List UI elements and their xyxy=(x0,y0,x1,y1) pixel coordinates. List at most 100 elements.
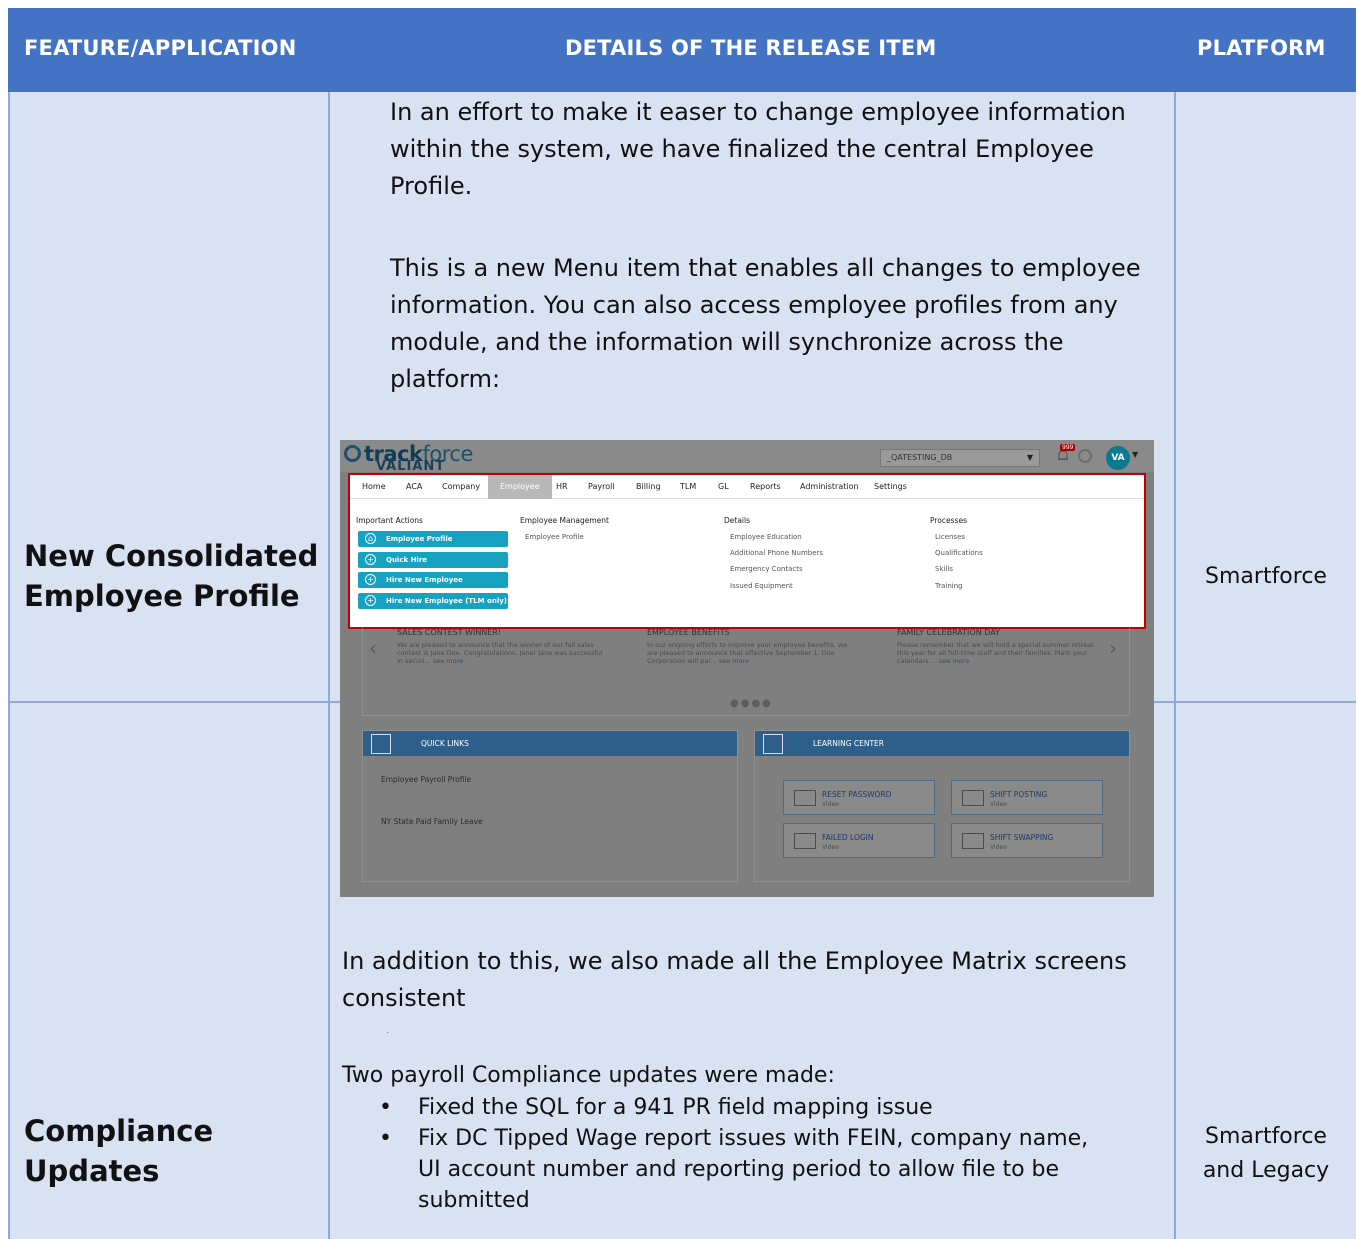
menu-link[interactable]: Qualifications xyxy=(935,549,983,557)
embedded-app-screenshot: trackforce VALIANT _QATESTING_DB ▼ 999 V… xyxy=(340,440,1154,897)
text-line: within the system, we have finalized the… xyxy=(390,135,1094,163)
quick-links-panel: QUICK LINKS Employee Payroll Profile NY … xyxy=(362,730,738,882)
announcement-title: FAMILY CELEBRATION DAY xyxy=(897,628,1000,637)
menu-link[interactable]: Additional Phone Numbers xyxy=(730,549,823,557)
chevron-right-icon[interactable]: › xyxy=(1109,636,1117,660)
video-reset-password-button[interactable]: RESET PASSWORD Video xyxy=(783,780,935,815)
bullet-item: Fixed the SQL for a 941 PR field mapping… xyxy=(418,1095,933,1120)
briefcase-icon: ⌂ xyxy=(365,533,376,544)
header-details: DETAILS OF THE RELEASE ITEM xyxy=(565,36,937,60)
text-line: Profile. xyxy=(390,172,473,200)
announcement-body: We are pleased to announce that the winn… xyxy=(397,641,607,665)
text-line: In an effort to make it easer to change … xyxy=(390,98,1126,126)
announcement-title: EMPLOYEE BENEFITS xyxy=(647,628,730,637)
announcement-body: Please remember that we will hold a spec… xyxy=(897,641,1107,665)
video-subtitle: Video xyxy=(990,844,1007,851)
nav-settings[interactable]: Settings xyxy=(874,475,907,499)
details-paragraph: In addition to this, we also made all th… xyxy=(342,943,1127,1017)
video-title: SHIFT POSTING xyxy=(990,790,1048,799)
see-more-link[interactable]: see more xyxy=(433,657,463,665)
video-subtitle: Video xyxy=(990,801,1007,808)
action-employee-profile-button[interactable]: ⌂ Employee Profile xyxy=(358,531,508,547)
quick-link[interactable]: Employee Payroll Profile xyxy=(381,775,471,784)
nav-employee[interactable]: Employee xyxy=(488,475,552,499)
target-icon[interactable] xyxy=(1078,449,1092,463)
database-select[interactable]: _QATESTING_DB ▼ xyxy=(880,449,1040,467)
chevron-down-icon[interactable]: ▼ xyxy=(1132,450,1138,459)
nav-reports[interactable]: Reports xyxy=(750,475,781,499)
column-divider xyxy=(1174,92,1176,1239)
plus-circle-icon: + xyxy=(365,595,376,606)
menu-link[interactable]: Issued Equipment xyxy=(730,582,793,590)
video-title: SHIFT SWAPPING xyxy=(990,833,1054,842)
app-topbar: trackforce VALIANT _QATESTING_DB ▼ 999 V… xyxy=(340,440,1154,474)
nav-home[interactable]: Home xyxy=(362,475,386,499)
plus-circle-icon: + xyxy=(365,554,376,565)
video-icon xyxy=(794,790,816,806)
nav-payroll[interactable]: Payroll xyxy=(588,475,615,499)
action-hire-new-employee-button[interactable]: + Hire New Employee xyxy=(358,572,508,588)
carousel-pagination[interactable]: ●●●● xyxy=(730,698,773,709)
plus-circle-icon: + xyxy=(365,574,376,585)
menu-link[interactable]: Employee Profile xyxy=(525,533,584,541)
learning-center-header: LEARNING CENTER xyxy=(755,731,1129,756)
see-more-link[interactable]: see more xyxy=(939,657,969,665)
details-paragraph: This is a new Menu item that enables all… xyxy=(390,250,1141,398)
video-failed-login-button[interactable]: FAILED LOGIN Video xyxy=(783,823,935,858)
action-label: Quick Hire xyxy=(386,556,428,564)
menu-link[interactable]: Licenses xyxy=(935,533,965,541)
text-line: UI account number and reporting period t… xyxy=(418,1157,1060,1182)
action-quick-hire-button[interactable]: + Quick Hire xyxy=(358,552,508,568)
video-icon xyxy=(962,833,984,849)
menu-link[interactable]: Emergency Contacts xyxy=(730,565,803,573)
text-line: In addition to this, we also made all th… xyxy=(342,947,1127,975)
nav-aca[interactable]: ACA xyxy=(406,475,422,499)
nav-gl[interactable]: GL xyxy=(718,475,729,499)
video-title: FAILED LOGIN xyxy=(822,833,874,842)
menu-link[interactable]: Employee Education xyxy=(730,533,802,541)
quick-link[interactable]: NY State Paid Family Leave xyxy=(381,817,483,826)
announcement-text: We are pleased to announce that the winn… xyxy=(397,641,603,665)
nav-billing[interactable]: Billing xyxy=(636,475,661,499)
menu-link[interactable]: Training xyxy=(935,582,963,590)
valiant-logo: VALIANT xyxy=(376,459,446,474)
nav-hr[interactable]: HR xyxy=(556,475,568,499)
feature-title-line: Compliance xyxy=(24,1114,214,1148)
text-line: platform: xyxy=(390,365,501,393)
video-shift-posting-button[interactable]: SHIFT POSTING Video xyxy=(951,780,1103,815)
nav-tlm[interactable]: TLM xyxy=(680,475,696,499)
column-divider xyxy=(328,92,330,1239)
video-shift-swapping-button[interactable]: SHIFT SWAPPING Video xyxy=(951,823,1103,858)
processes-title: Processes xyxy=(930,516,967,525)
announcement-title: SALES CONTEST WINNER! xyxy=(397,628,502,637)
feature-title-line: Updates xyxy=(24,1154,160,1188)
feature-title: Compliance Updates xyxy=(24,1111,213,1191)
header-feature: FEATURE/APPLICATION xyxy=(24,36,297,60)
panel-title: QUICK LINKS xyxy=(421,739,469,748)
video-subtitle: Video xyxy=(822,801,839,808)
panel-title: LEARNING CENTER xyxy=(813,739,885,748)
see-more-link[interactable]: see more xyxy=(719,657,749,665)
nav-company[interactable]: Company xyxy=(442,475,480,499)
text-line: module, and the information will synchro… xyxy=(390,328,1064,356)
feature-title-line: Employee Profile xyxy=(24,579,300,613)
text-line: consistent xyxy=(342,984,466,1012)
avatar[interactable]: VA xyxy=(1106,446,1130,470)
compliance-intro: Two payroll Compliance updates were made… xyxy=(342,1063,835,1088)
platform-line: Smartforce xyxy=(1205,1124,1327,1149)
employee-management-title: Employee Management xyxy=(520,516,609,525)
details-paragraph: In an effort to make it easer to change … xyxy=(390,94,1126,205)
bullet-dot: • xyxy=(379,1126,392,1151)
stray-dot: . xyxy=(386,1025,390,1036)
platform-line: and Legacy xyxy=(1202,1158,1330,1183)
table-border-left xyxy=(8,92,10,1239)
notification-bell-icon[interactable]: 999 xyxy=(1056,444,1076,462)
nav-administration[interactable]: Administration xyxy=(800,475,859,499)
feature-title-line: New Consolidated xyxy=(24,539,319,573)
feature-title: New Consolidated Employee Profile xyxy=(24,536,318,616)
books-icon xyxy=(763,734,783,754)
chevron-left-icon[interactable]: ‹ xyxy=(369,636,377,660)
action-hire-new-employee-tlm-button[interactable]: + Hire New Employee (TLM only) xyxy=(358,593,508,609)
video-icon xyxy=(794,833,816,849)
menu-link[interactable]: Skills xyxy=(935,565,953,573)
